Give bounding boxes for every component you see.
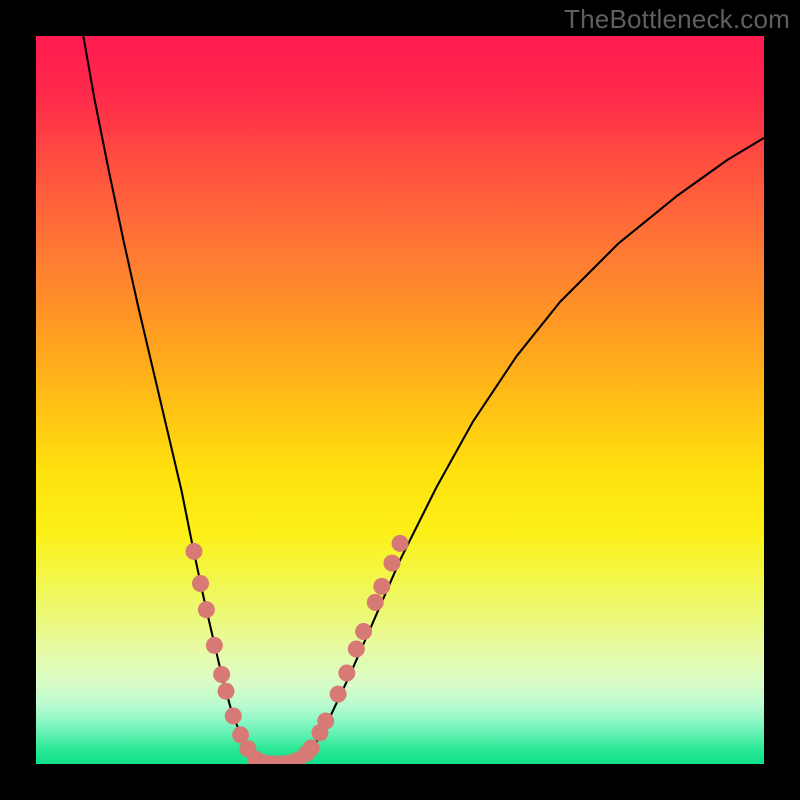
bottleneck-curve xyxy=(83,36,764,764)
data-marker xyxy=(330,686,347,703)
data-marker xyxy=(348,640,365,657)
data-marker xyxy=(198,601,215,618)
data-marker xyxy=(185,543,202,560)
data-marker xyxy=(392,535,409,552)
data-marker xyxy=(355,623,372,640)
chart-frame: TheBottleneck.com xyxy=(0,0,800,800)
data-marker xyxy=(383,555,400,572)
data-marker xyxy=(338,665,355,682)
data-marker xyxy=(225,707,242,724)
marker-layer xyxy=(185,535,408,764)
data-marker xyxy=(206,637,223,654)
data-marker xyxy=(367,594,384,611)
plot-area xyxy=(36,36,764,764)
data-marker xyxy=(192,575,209,592)
watermark-text: TheBottleneck.com xyxy=(564,4,790,35)
data-marker xyxy=(317,713,334,730)
data-marker xyxy=(373,578,390,595)
data-marker xyxy=(218,683,235,700)
chart-overlay xyxy=(36,36,764,764)
data-marker xyxy=(213,666,230,683)
data-marker xyxy=(303,739,320,756)
